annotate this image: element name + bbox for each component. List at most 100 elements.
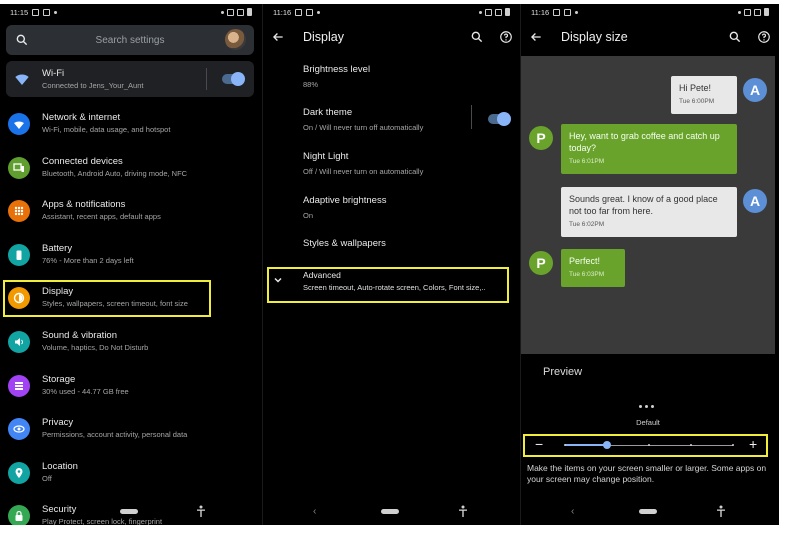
location-icon: [8, 461, 30, 484]
dark-theme-toggle[interactable]: [488, 112, 511, 126]
accessibility-icon[interactable]: [196, 505, 206, 517]
status-bar: 11:15: [0, 4, 262, 20]
wifi-subtitle: Connected to Jens_Your_Aunt: [42, 81, 144, 90]
privacy-icon: [8, 418, 30, 441]
help-text: Make the items on your screen smaller or…: [527, 463, 767, 484]
nav-bar: ‹: [521, 505, 779, 519]
avatar: P: [529, 126, 553, 150]
home-handle[interactable]: [639, 509, 657, 514]
settings-item-subtitle: Volume, haptics, Do Not Disturb: [42, 343, 149, 352]
display-item-dark-theme[interactable]: Dark theme On / Will never turn off autom…: [303, 107, 423, 132]
devices-icon: [8, 156, 30, 179]
battery-icon: [8, 243, 30, 266]
status-bar: 11:16: [521, 4, 779, 20]
back-nav-icon[interactable]: ‹: [571, 506, 574, 517]
notification-dot-icon: [317, 10, 321, 14]
notification-dot-icon: [54, 10, 58, 14]
battery-status-icon: [505, 8, 510, 16]
settings-item-battery[interactable]: Battery 76% - More than 2 days left: [0, 235, 262, 275]
more-dots-icon: [639, 405, 654, 408]
notification-dot-icon: [575, 10, 579, 14]
accessibility-icon[interactable]: [716, 505, 726, 517]
display-item-subtitle: 88%: [303, 80, 319, 89]
avatar: A: [743, 78, 767, 102]
notification-icon: [32, 8, 40, 16]
sync-icon: [479, 10, 482, 14]
search-icon[interactable]: [470, 30, 484, 44]
display-item-subtitle: On: [303, 211, 314, 220]
settings-item-storage[interactable]: Storage 30% used - 44.77 GB free: [0, 366, 262, 406]
wifi-icon: [15, 74, 29, 85]
settings-item-connected-devices[interactable]: Connected devices Bluetooth, Android Auto…: [0, 148, 262, 188]
home-handle[interactable]: [381, 509, 399, 514]
divider: [206, 68, 207, 90]
chat-bubble: Sounds great. I know of a good place not…: [561, 187, 737, 237]
display-item-title: Brightness level: [303, 64, 371, 75]
avatar[interactable]: [225, 29, 246, 50]
notification-icon: [295, 8, 303, 16]
display-item-subtitle: Off / Will never turn on automatically: [303, 167, 424, 176]
storage-icon: [8, 374, 30, 397]
settings-item-title: Network & internet: [42, 112, 121, 123]
slider-highlight-box: [523, 434, 768, 457]
apps-icon: [8, 200, 30, 223]
notification-icon: [306, 8, 314, 16]
display-highlight-box: [3, 280, 211, 317]
settings-item-privacy[interactable]: Privacy Permissions, account activity, pe…: [0, 409, 262, 449]
home-handle[interactable]: [120, 509, 138, 514]
settings-item-subtitle: Assistant, recent apps, default apps: [42, 212, 161, 222]
status-bar: 11:16: [263, 4, 520, 20]
settings-item-network-internet[interactable]: Network & internet Wi-Fi, mobile, data us…: [0, 104, 262, 144]
settings-item-sound-vibration[interactable]: Sound & vibration Volume, haptics, Do Not…: [0, 322, 262, 362]
size-value-label: Default: [636, 418, 660, 427]
display-screen: 11:16 Display Brightness level 88% Dark th…: [262, 4, 520, 525]
avatar: P: [529, 251, 553, 275]
settings-item-title: Apps & notifications: [42, 199, 126, 211]
notification-icon: [564, 8, 572, 16]
display-item-title: Styles & wallpapers: [303, 238, 386, 249]
back-nav-icon[interactable]: ‹: [313, 506, 316, 517]
display-size-screen: 11:16 Display size Hi Pete! Tue 6:00PM A…: [520, 4, 779, 525]
display-item-brightness-level[interactable]: Brightness level 88%: [303, 64, 370, 89]
search-bar[interactable]: Search settings: [6, 25, 254, 55]
search-icon[interactable]: [728, 30, 742, 44]
settings-item-apps-notifications[interactable]: Apps & notifications Assistant, recent ap…: [0, 191, 262, 231]
help-icon[interactable]: [499, 30, 513, 44]
status-time: 11:16: [531, 7, 550, 17]
volume-icon: [8, 331, 30, 353]
wifi-card[interactable]: Wi-Fi Connected to Jens_Your_Aunt: [6, 61, 254, 97]
settings-item-title: Battery: [42, 242, 73, 254]
display-item-styles-wallpapers[interactable]: Styles & wallpapers: [303, 238, 386, 249]
cell-signal-icon: [237, 8, 244, 16]
divider: [471, 105, 472, 129]
settings-item-subtitle: 76% - More than 2 days left: [42, 255, 134, 265]
settings-item-title: Location: [42, 460, 78, 472]
wifi-signal-icon: [485, 8, 492, 16]
settings-item-subtitle: Off: [42, 473, 52, 483]
page-title: Display: [303, 30, 344, 44]
display-item-title: Night Light: [303, 151, 349, 162]
settings-item-subtitle: 30% used - 44.77 GB free: [42, 386, 129, 396]
avatar: A: [743, 189, 767, 213]
display-item-title: Dark theme: [303, 107, 353, 118]
display-item-subtitle: On / Will never turn off automatically: [303, 123, 424, 132]
settings-item-title: Privacy: [42, 417, 74, 429]
display-item-adaptive-brightness[interactable]: Adaptive brightness On: [303, 195, 386, 220]
display-item-night-light[interactable]: Night Light Off / Will never turn on auto…: [303, 151, 423, 176]
sync-icon: [221, 10, 224, 14]
settings-item-location[interactable]: Location Off: [0, 453, 262, 493]
help-icon[interactable]: [757, 30, 771, 44]
settings-item-subtitle: Bluetooth, Android Auto, driving mode, N…: [42, 168, 188, 178]
wifi-title: Wi-Fi: [42, 68, 65, 79]
back-arrow-icon[interactable]: [529, 30, 543, 44]
cell-signal-icon: [754, 8, 761, 16]
sync-icon: [738, 10, 741, 14]
display-item-title: Adaptive brightness: [303, 195, 387, 206]
cell-signal-icon: [495, 8, 502, 16]
battery-status-icon: [247, 8, 252, 16]
back-arrow-icon[interactable]: [271, 30, 285, 44]
wifi-signal-icon: [744, 8, 751, 16]
accessibility-icon[interactable]: [458, 505, 468, 517]
wifi-toggle[interactable]: [222, 72, 245, 86]
notification-icon: [553, 8, 561, 16]
